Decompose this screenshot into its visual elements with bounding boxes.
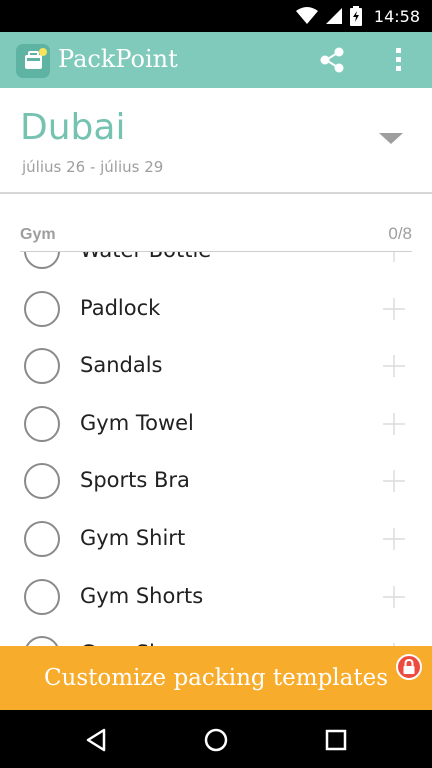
add-quantity-button[interactable] [382, 469, 406, 493]
recents-button[interactable] [321, 725, 351, 755]
item-label: Padlock [80, 295, 161, 320]
item-checkbox[interactable] [24, 520, 60, 557]
suitcase-icon [16, 44, 50, 78]
section-header: Gym 0/8 [0, 218, 432, 252]
battery-charging-icon [349, 6, 362, 26]
trip-city: Dubai [20, 107, 126, 148]
item-label: Gym Shorts [80, 583, 204, 608]
status-icons: 14:58 [295, 0, 420, 32]
customize-templates-banner[interactable]: Customize packing templates [0, 646, 432, 710]
item-checkbox[interactable] [24, 290, 60, 327]
item-label: Gym Shirt [80, 525, 186, 550]
more-options-button[interactable] [384, 42, 414, 78]
plus-icon [383, 412, 405, 435]
banner-text: Customize packing templates [43, 665, 389, 691]
home-button[interactable] [201, 725, 231, 755]
item-label: Sandals [80, 353, 163, 378]
recents-icon [325, 729, 347, 751]
status-bar: 14:58 [0, 0, 432, 32]
back-button[interactable] [82, 725, 112, 755]
cellular-icon [325, 8, 342, 24]
list-item[interactable]: Gym Shoes [0, 625, 432, 646]
list-item[interactable]: Sandals [0, 337, 432, 395]
item-label: Water Bottle [80, 252, 211, 262]
plus-icon [383, 585, 405, 608]
status-time: 14:58 [373, 6, 420, 26]
list-item[interactable]: Padlock [0, 280, 432, 338]
item-checkbox[interactable] [24, 463, 60, 500]
share-icon [320, 47, 344, 73]
more-vertical-icon [396, 48, 401, 71]
lock-icon [396, 654, 422, 680]
section-title: Gym [20, 226, 56, 243]
section-divider [20, 251, 412, 252]
add-quantity-button[interactable] [382, 585, 406, 609]
list-item[interactable]: Sports Bra [0, 452, 432, 510]
list-item[interactable]: Gym Shirt [0, 510, 432, 568]
item-checkbox[interactable] [24, 636, 60, 646]
item-checkbox[interactable] [24, 405, 60, 442]
plus-icon [383, 297, 405, 320]
navigation-bar [0, 710, 432, 768]
trip-header[interactable]: Dubai július 26 - július 29 [0, 88, 432, 194]
triangle-down-icon [379, 133, 403, 144]
item-label: Sports Bra [80, 468, 190, 493]
back-icon [86, 728, 106, 752]
share-button[interactable] [314, 42, 350, 78]
add-quantity-button[interactable] [382, 297, 406, 321]
plus-icon [383, 470, 405, 493]
wifi-icon [295, 7, 318, 25]
add-quantity-button[interactable] [382, 412, 406, 436]
item-checkbox[interactable] [24, 578, 60, 615]
app-title: PackPoint [58, 45, 178, 73]
trip-dropdown-button[interactable] [376, 128, 406, 148]
plus-icon [393, 252, 395, 262]
home-icon [204, 728, 228, 752]
item-label: Gym Towel [80, 410, 194, 435]
add-quantity-button[interactable] [382, 252, 406, 263]
app-bar: PackPoint [0, 32, 432, 88]
add-quantity-button[interactable] [382, 527, 406, 551]
plus-icon [383, 355, 405, 378]
list-item[interactable]: Water Bottle [0, 252, 432, 280]
trip-dates: július 26 - július 29 [22, 158, 164, 176]
item-checkbox[interactable] [24, 348, 60, 385]
list-item[interactable]: Gym Towel [0, 395, 432, 453]
add-quantity-button[interactable] [382, 354, 406, 378]
list-item[interactable]: Gym Shorts [0, 568, 432, 626]
packing-list[interactable]: Water Bottle Padlock Sandals Gym Towel Sport… [0, 252, 432, 646]
section-count: 0/8 [388, 224, 412, 243]
packing-list-items: Water Bottle Padlock Sandals Gym Towel Sport… [0, 252, 432, 646]
item-checkbox[interactable] [24, 252, 60, 269]
plus-icon [383, 527, 405, 550]
